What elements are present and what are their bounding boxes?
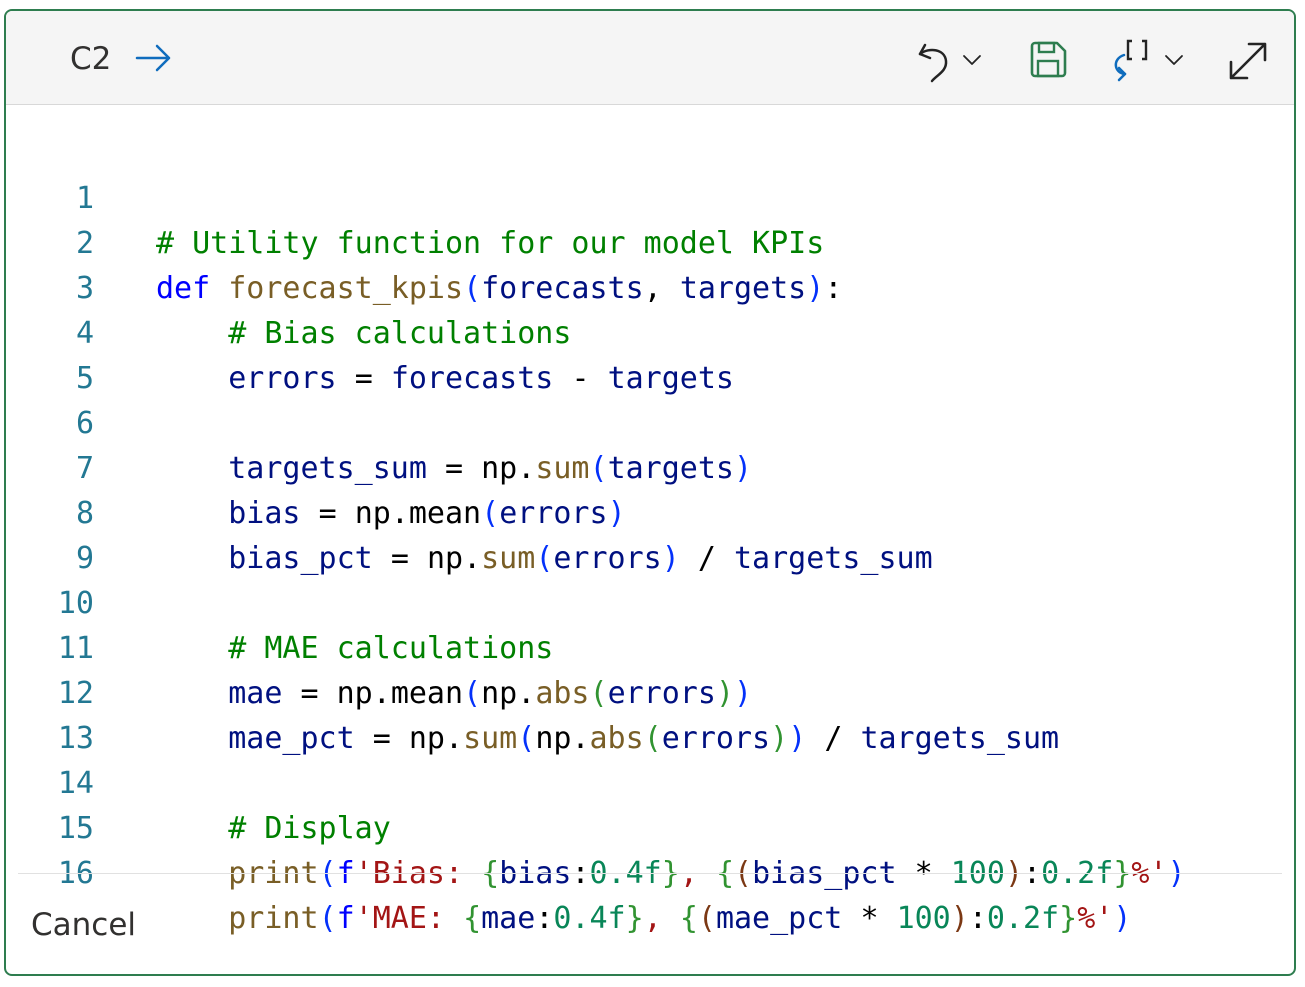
code-line: 10 # MAE calculations (6, 536, 553, 666)
code-line: 7 bias = np.mean(errors) (6, 401, 626, 531)
formula-icon[interactable] (1112, 37, 1160, 85)
code-line: 1 # Utility function for our model KPIs (6, 131, 824, 261)
cell-reference: C2 (70, 41, 112, 77)
code-line: 3 # Bias calculations (6, 221, 571, 351)
code-text: mae_pct = np.sum(np.abs(errors)) / targe… (228, 721, 1060, 756)
undo-dropdown-chevron-icon[interactable] (962, 53, 982, 67)
code-text: targets_sum = np.sum(targets) (228, 451, 753, 486)
code-line: 4 errors = forecasts - targets (6, 266, 734, 396)
footer-divider (18, 873, 1282, 874)
arrow-right-icon[interactable] (134, 43, 174, 73)
cancel-button[interactable]: Cancel (31, 907, 136, 943)
code-text: # Display (156, 811, 391, 846)
code-text: # Utility function for our model KPIs (156, 226, 825, 261)
save-icon[interactable] (1028, 40, 1068, 80)
code-line: 16 print(f'MAE: {mae:0.4f}, {(mae_pct * … (6, 806, 1132, 936)
code-line: 9 (6, 491, 114, 576)
code-line: 12 mae_pct = np.sum(np.abs(errors)) / ta… (6, 626, 1059, 756)
code-text: # Bias calculations (156, 316, 572, 351)
code-text: bias_pct = np.sum(errors) / targets_sum (228, 541, 933, 576)
code-text: errors = forecasts - targets (228, 361, 734, 396)
code-line: 2 def forecast_kpis(forecasts, targets): (6, 176, 842, 306)
code-line: 6 targets_sum = np.sum(targets) (6, 356, 752, 486)
expand-icon[interactable] (1227, 40, 1269, 82)
code-text: mae = np.mean(np.abs(errors)) (228, 676, 753, 711)
code-line: 8 bias_pct = np.sum(errors) / targets_su… (6, 446, 933, 576)
code-text: def forecast_kpis(forecasts, targets): (156, 271, 843, 306)
code-text: # MAE calculations (156, 631, 554, 666)
code-line: 5 (6, 311, 114, 396)
code-line: 13 (6, 671, 114, 756)
formula-dropdown-chevron-icon[interactable] (1164, 53, 1184, 67)
code-text: bias = np.mean(errors) (228, 496, 626, 531)
code-text: print(f'MAE: {mae:0.4f}, {(mae_pct * 100… (228, 901, 1132, 936)
editor-header: C2 (6, 11, 1294, 105)
code-line: 11 mae = np.mean(np.abs(errors)) (6, 581, 752, 711)
formula-editor-panel: C2 1 # Utility function for our model KP… (4, 9, 1296, 976)
code-line: 15 print(f'Bias: {bias:0.4f}, {(bias_pct… (6, 761, 1186, 891)
code-line: 14 # Display (6, 716, 391, 846)
undo-icon[interactable] (915, 41, 955, 85)
